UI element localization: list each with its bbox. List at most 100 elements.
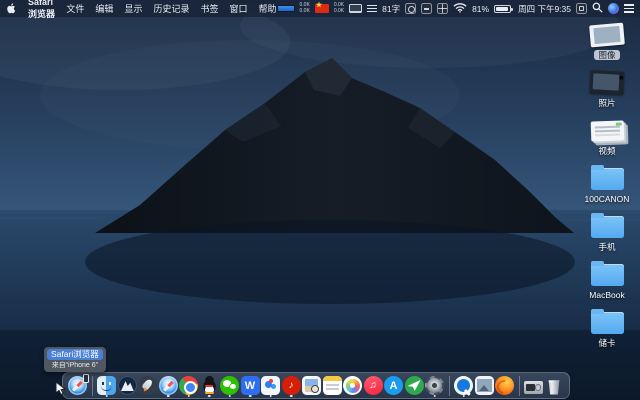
status-app-icon-2[interactable] — [421, 3, 433, 14]
dock-item-photos-app[interactable] — [343, 375, 362, 396]
qq-penguin-icon — [199, 376, 219, 395]
desktop-item-video[interactable]: 视频 — [578, 117, 636, 165]
dock: W ♪ ♫ A — [62, 372, 570, 399]
desktop-item-photos[interactable]: 照片 — [578, 69, 636, 117]
desktop-label: MacBook — [589, 290, 625, 300]
dock-item-safari-handoff[interactable] — [68, 374, 89, 396]
menu-view[interactable]: 显示 — [124, 2, 142, 15]
battery-icon[interactable] — [494, 4, 514, 13]
dock-item-trash[interactable] — [545, 375, 564, 396]
dock-item-netease-music[interactable]: ♪ — [281, 375, 301, 397]
network-meter-icon[interactable] — [276, 5, 295, 12]
mouse-cursor — [55, 380, 67, 400]
desktop-item-phone[interactable]: 手机 — [578, 212, 636, 261]
battery-percent[interactable]: 81% — [472, 4, 489, 14]
wifi-icon[interactable] — [453, 2, 467, 15]
desktop-icons-column: 图像 照片 视频 100CANON 手机 MacBook 储卡 — [578, 21, 636, 357]
dock-item-launchpad[interactable] — [138, 375, 157, 396]
menu-window[interactable]: 窗口 — [229, 2, 247, 15]
dock-item-camera-device[interactable] — [524, 375, 543, 396]
menu-bar-left: Safari浏览器 文件 编辑 显示 历史记录 书签 窗口 帮助 — [6, 0, 277, 20]
spotlight-search-icon[interactable] — [592, 2, 603, 15]
display-status-icon[interactable] — [349, 4, 363, 13]
safari-handoff-icon — [68, 374, 89, 395]
running-dot — [105, 394, 108, 397]
status-app-icon-1[interactable] — [405, 3, 417, 14]
apple-menu-icon[interactable] — [6, 2, 17, 15]
tooltip-subtitle: 来自“iPhone 6” — [51, 362, 98, 369]
preview-photo-icon — [302, 376, 321, 395]
dock-item-notes[interactable] — [322, 375, 342, 396]
camera-device-icon — [524, 381, 543, 394]
flag-star: ★ — [315, 2, 323, 9]
desktop-label: 100CANON — [584, 194, 630, 204]
dock-item-appstore[interactable]: A — [384, 375, 403, 396]
desktop-item-image[interactable]: 图像 — [578, 21, 636, 69]
dock-item-wps[interactable]: W — [240, 375, 260, 397]
menu-edit[interactable]: 编辑 — [95, 2, 113, 15]
dock-item-preview[interactable] — [302, 375, 321, 396]
clock[interactable]: 周四 下午9:35 — [518, 3, 571, 15]
cpu-meter-icon[interactable] — [367, 4, 378, 13]
dock-item-safari[interactable] — [158, 375, 178, 397]
active-app-menu[interactable]: Safari浏览器 — [28, 0, 55, 20]
dock-item-qq[interactable] — [199, 375, 219, 397]
safari-icon — [158, 376, 178, 395]
notification-center-icon[interactable] — [624, 4, 634, 13]
menu-history[interactable]: 历史记录 — [153, 2, 189, 15]
net-down-right: 0.0K — [333, 7, 345, 14]
dock-separator — [448, 375, 450, 396]
netease-music-note-icon: ♪ — [281, 376, 301, 395]
quicktime-icon — [454, 376, 473, 395]
orange-globe-icon — [495, 376, 514, 395]
dock-item-quicktime[interactable] — [454, 375, 473, 397]
baidu-netdisk-icon — [261, 376, 280, 395]
net-speed-left[interactable]: 0.0K 0.0K — [299, 2, 310, 14]
music-note-icon: ♫ — [363, 376, 383, 395]
running-dot — [462, 394, 465, 397]
desktop-label: 手机 — [598, 242, 616, 252]
desktop-label: 照片 — [598, 98, 616, 108]
dock-item-wechat[interactable] — [220, 375, 239, 397]
image-device-icon — [589, 22, 625, 47]
dock-separator — [91, 375, 93, 396]
gear-icon — [425, 376, 444, 395]
dock-item-chrome[interactable] — [179, 375, 198, 397]
chrome-icon — [179, 376, 198, 395]
status-app-icon-3[interactable] — [576, 3, 587, 14]
running-dot — [166, 394, 170, 397]
menu-help[interactable]: 帮助 — [259, 2, 277, 15]
wallpaper-art — [0, 0, 640, 400]
menu-file[interactable]: 文件 — [66, 2, 84, 15]
desktop-label: 储卡 — [598, 338, 616, 348]
running-dot — [228, 394, 231, 397]
dock-item-gallery-file[interactable] — [474, 375, 494, 396]
folder-icon — [590, 308, 624, 334]
dock-item-music[interactable]: ♫ — [363, 375, 383, 396]
net-speed-right[interactable]: 0.0K 0.0K — [333, 2, 345, 14]
picture-file-icon — [474, 376, 494, 395]
net-down-left: 0.0K — [299, 7, 310, 14]
dock-item-system-preferences[interactable] — [425, 375, 444, 397]
wallpaper-catalina-island — [0, 0, 640, 400]
notes-icon — [322, 376, 342, 395]
menu-bookmarks[interactable]: 书签 — [200, 2, 218, 15]
menu-bar-status: 0.0K 0.0K ★ 0.0K 0.0K 81字 81% 周四 下午9:35 — [276, 2, 634, 15]
siri-icon[interactable] — [608, 3, 619, 14]
desktop-item-memorycard[interactable]: 储卡 — [578, 308, 636, 357]
dock-item-paperplane-app[interactable] — [404, 375, 424, 396]
mountain-app-icon — [117, 376, 137, 395]
desktop-item-100canon[interactable]: 100CANON — [578, 164, 636, 213]
running-dot — [433, 394, 436, 397]
wechat-icon — [220, 376, 239, 395]
dock-item-orange-app[interactable] — [495, 375, 514, 396]
input-source-flag-icon[interactable]: ★ — [314, 2, 329, 13]
desktop-item-macbook[interactable]: MacBook — [578, 260, 636, 309]
dock-item-finder[interactable] — [97, 375, 116, 397]
status-app-grid-icon[interactable] — [437, 3, 449, 14]
trash-icon — [548, 380, 560, 395]
dock-tooltip: Safari浏览器 来自“iPhone 6” — [44, 347, 106, 372]
word-count-status[interactable]: 81字 — [382, 3, 400, 15]
dock-item-baidu-netdisk[interactable] — [261, 375, 280, 397]
dock-item-mountain-app[interactable] — [117, 375, 137, 396]
